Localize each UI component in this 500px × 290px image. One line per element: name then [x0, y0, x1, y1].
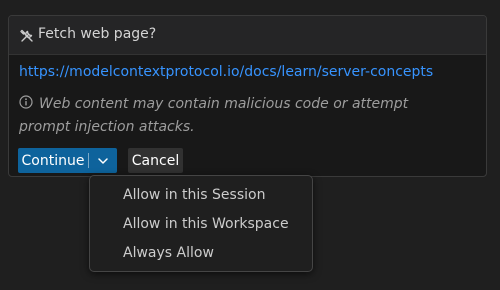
continue-options-menu: Allow in this Session Allow in this Work… — [89, 175, 313, 272]
chevron-down-icon — [98, 157, 108, 164]
card-header: Fetch web page? — [9, 16, 486, 55]
warning-text: Web content may contain malicious code o… — [19, 96, 409, 135]
continue-split-button: Continue — [18, 148, 117, 173]
menu-item-always-allow[interactable]: Always Allow — [94, 240, 308, 266]
continue-dropdown-button[interactable] — [89, 148, 117, 173]
menu-item-allow-session[interactable]: Allow in this Session — [94, 182, 308, 208]
menu-item-allow-workspace[interactable]: Allow in this Workspace — [94, 211, 308, 237]
tools-icon — [20, 29, 33, 42]
cancel-button[interactable]: Cancel — [128, 148, 183, 173]
url-link[interactable]: https://modelcontextprotocol.io/docs/lea… — [19, 64, 433, 80]
dialog-title: Fetch web page? — [38, 26, 157, 42]
continue-button[interactable]: Continue — [18, 148, 88, 173]
